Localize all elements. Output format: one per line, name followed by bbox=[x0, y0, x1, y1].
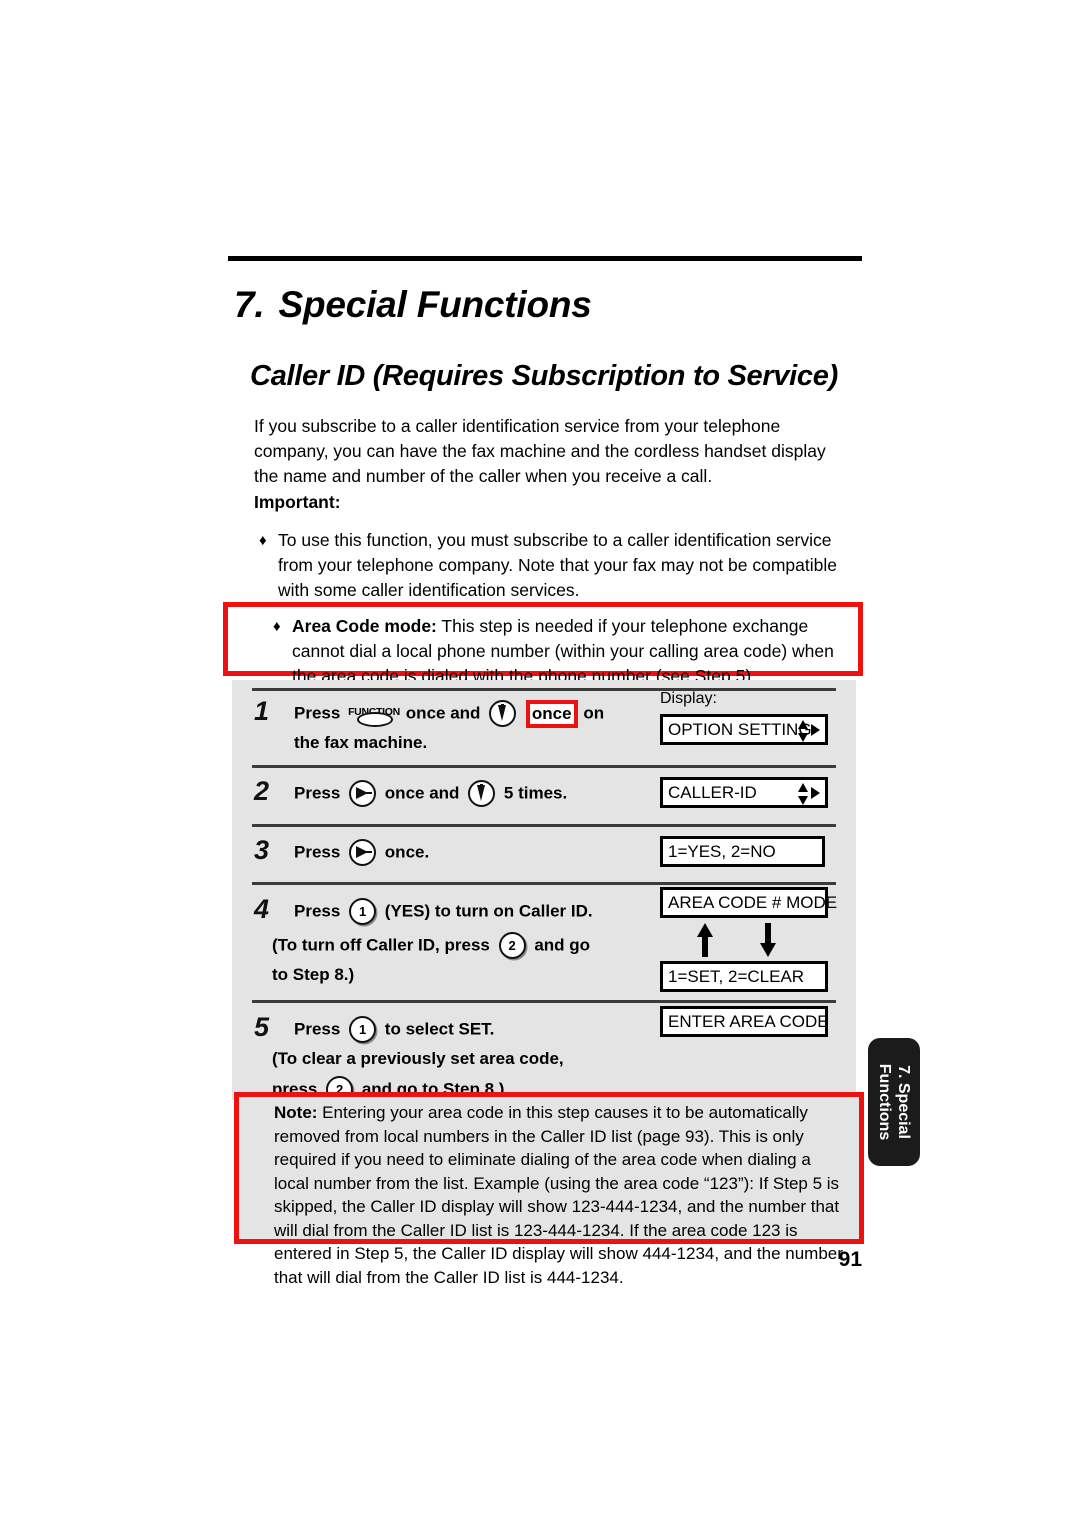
note-body: Entering your area code in this step cau… bbox=[274, 1103, 843, 1287]
display-box-step-4-b: 1=SET, 2=CLEAR bbox=[660, 961, 828, 992]
display-text: ENTER AREA CODE bbox=[668, 1012, 829, 1031]
step-2-text-c: 5 times. bbox=[503, 783, 568, 803]
display-text: AREA CODE # MODE bbox=[668, 893, 838, 912]
chapter-index-tab-line1: 7. Special bbox=[895, 1065, 912, 1139]
steps-table: 1 Press FUNCTION once and once on the fa… bbox=[232, 680, 856, 1104]
chapter-title-text: Special Functions bbox=[278, 284, 592, 325]
important-label: Important: bbox=[254, 492, 341, 512]
step-4-text-b: (YES) to turn on Caller ID. bbox=[384, 901, 593, 921]
important-bullet-1-text: To use this function, you must subscribe… bbox=[278, 530, 838, 600]
table-divider bbox=[252, 1000, 836, 1003]
header-rule bbox=[228, 256, 862, 261]
chapter-index-tab-line2: Functions bbox=[876, 1063, 893, 1141]
step-number: 3 bbox=[254, 835, 270, 865]
step-1-press-label: Press bbox=[294, 703, 341, 723]
display-arrows-icon bbox=[798, 782, 820, 806]
function-button-icon[interactable]: FUNCTION bbox=[348, 701, 400, 727]
right-arrow-key-icon[interactable] bbox=[349, 839, 377, 867]
table-divider bbox=[252, 882, 836, 885]
display-text: 1=SET, 2=CLEAR bbox=[668, 967, 805, 986]
step-1-text-b: once and bbox=[405, 703, 481, 723]
step-4-text-d: and go bbox=[534, 935, 591, 955]
step-2-press-label: Press bbox=[294, 783, 341, 803]
step-4-text-c: (To turn off Caller ID, press bbox=[272, 935, 490, 955]
display-box-step-4-a: AREA CODE # MODE bbox=[660, 887, 837, 918]
arrow-down-icon bbox=[760, 923, 776, 957]
section-title: Caller ID (Requires Subscription to Serv… bbox=[250, 360, 838, 392]
note-label: Note: bbox=[274, 1103, 318, 1122]
display-box-step-2: CALLER-ID bbox=[660, 777, 828, 808]
chapter-index-tab: 7. Special Functions bbox=[868, 1038, 920, 1166]
area-code-mode-callout: ♦ Area Code mode: This step is needed if… bbox=[223, 602, 863, 686]
step-1-instruction: Press FUNCTION once and once on bbox=[294, 698, 604, 729]
chapter-index-tab-text: 7. Special Functions bbox=[875, 1064, 913, 1140]
step-5-text-b: to select SET. bbox=[384, 1019, 495, 1039]
step-1-line-2: the fax machine. bbox=[294, 733, 428, 752]
step-3-instruction: Press once. bbox=[294, 837, 429, 868]
arrow-up-icon bbox=[697, 923, 713, 957]
display-box-step-3: 1=YES, 2=NO bbox=[660, 836, 825, 867]
diamond-bullet-icon: ♦ bbox=[259, 532, 267, 549]
table-divider bbox=[252, 824, 836, 827]
step-4-line-2: (To turn off Caller ID, press 2 and go bbox=[272, 930, 590, 961]
step-5-line-2: (To clear a previously set area code, bbox=[272, 1049, 564, 1068]
display-text: CALLER-ID bbox=[668, 783, 757, 802]
function-button-oval bbox=[357, 711, 394, 727]
page-title: 7. Special Functions bbox=[234, 284, 854, 326]
step-4-press-label: Press bbox=[294, 901, 341, 921]
highlighted-once-word: once bbox=[525, 699, 578, 728]
area-code-mode-lead: Area Code mode: bbox=[292, 616, 437, 636]
step-5-press-label: Press bbox=[294, 1019, 341, 1039]
step-number: 4 bbox=[254, 894, 270, 924]
diamond-bullet-icon: ♦ bbox=[273, 618, 281, 635]
table-divider bbox=[252, 765, 836, 768]
step-number: 1 bbox=[254, 696, 270, 726]
step-2-instruction: Press once and 5 times. bbox=[294, 778, 567, 809]
display-text: OPTION SETTING bbox=[668, 720, 812, 739]
display-column-label: Display: bbox=[660, 690, 717, 707]
table-divider bbox=[252, 688, 836, 691]
key-1-icon[interactable]: 1 bbox=[349, 898, 377, 926]
display-box-step-5: ENTER AREA CODE bbox=[660, 1006, 829, 1037]
step-number: 2 bbox=[254, 776, 270, 806]
step-1-text-c: on bbox=[583, 703, 605, 723]
area-code-mode-text: ♦ Area Code mode: This step is needed if… bbox=[273, 614, 844, 689]
step-2-text-b: once and bbox=[384, 783, 460, 803]
down-arrow-key-icon[interactable] bbox=[489, 700, 517, 728]
display-box-step-1: OPTION SETTING bbox=[660, 714, 828, 745]
down-arrow-key-icon[interactable] bbox=[468, 780, 496, 808]
manual-page: 7. Special Functions Caller ID (Requires … bbox=[223, 0, 864, 1528]
intro-paragraph: If you subscribe to a caller identificat… bbox=[254, 416, 826, 486]
key-1-icon[interactable]: 1 bbox=[349, 1016, 377, 1044]
step-3-text-b: once. bbox=[384, 842, 430, 862]
important-bullet-1: ♦ To use this function, you must subscri… bbox=[259, 528, 858, 603]
step-4-line-3: to Step 8.) bbox=[272, 965, 355, 984]
page-number: 91 bbox=[838, 1248, 862, 1271]
step-4-instruction: Press 1 (YES) to turn on Caller ID. bbox=[294, 896, 593, 927]
step-5-instruction: Press 1 to select SET. bbox=[294, 1014, 494, 1045]
note-text: Note: Entering your area code in this st… bbox=[274, 1101, 846, 1289]
key-2-icon[interactable]: 2 bbox=[498, 932, 526, 960]
right-arrow-key-icon[interactable] bbox=[349, 780, 377, 808]
step-3-press-label: Press bbox=[294, 842, 341, 862]
step-number: 5 bbox=[254, 1012, 270, 1042]
display-arrows-icon bbox=[798, 719, 820, 743]
chapter-number: 7. bbox=[234, 284, 265, 325]
display-text: 1=YES, 2=NO bbox=[668, 842, 776, 861]
note-callout: Note: Entering your area code in this st… bbox=[234, 1092, 864, 1287]
